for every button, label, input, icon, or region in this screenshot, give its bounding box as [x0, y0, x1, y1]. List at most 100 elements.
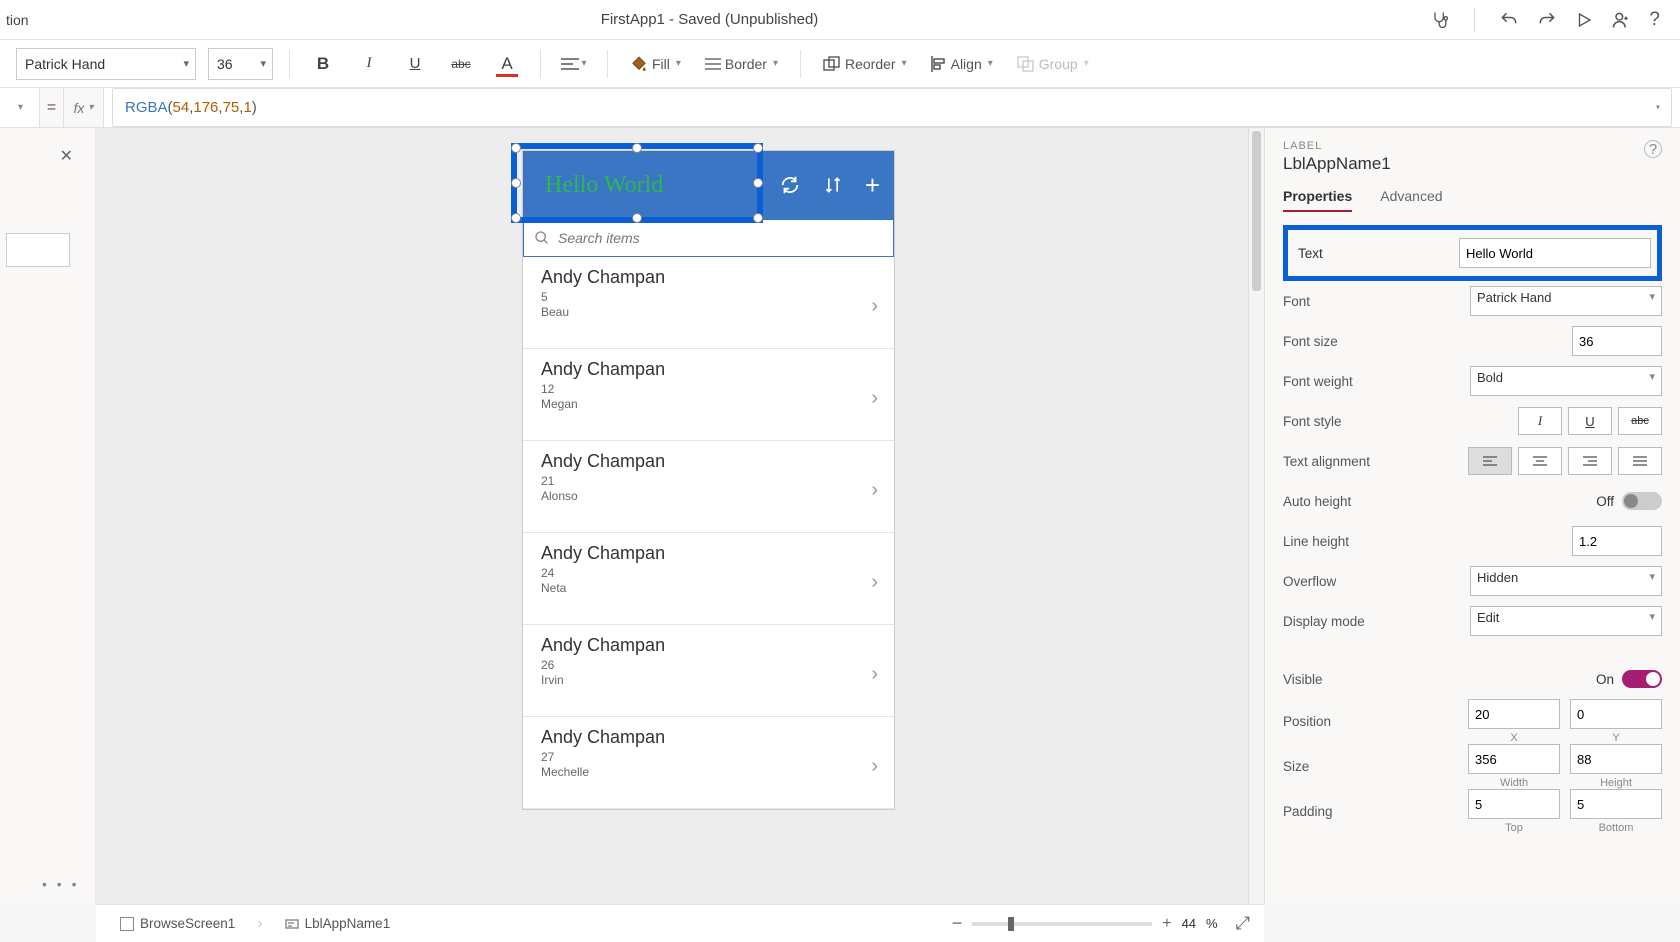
item-tertiary: Megan: [541, 397, 876, 411]
item-tertiary: Mechelle: [541, 765, 876, 779]
separator: [540, 50, 541, 78]
refresh-icon[interactable]: [779, 174, 801, 196]
bold-button[interactable]: B: [306, 48, 340, 80]
undo-icon[interactable]: [1499, 10, 1519, 30]
selection-overlay[interactable]: [511, 143, 763, 223]
zoom-percent: %: [1206, 916, 1218, 931]
item-subtitle: 12: [541, 382, 876, 396]
breadcrumb-screen[interactable]: BrowseScreen1: [110, 912, 245, 935]
help-icon[interactable]: ?: [1649, 9, 1660, 31]
play-icon[interactable]: [1575, 11, 1593, 29]
reorder-button[interactable]: Reorder▾: [817, 56, 913, 72]
help-icon[interactable]: ?: [1644, 140, 1662, 158]
list-item[interactable]: Andy Champan 5 Beau ›: [523, 257, 894, 349]
redo-icon[interactable]: [1537, 10, 1557, 30]
chevron-right-icon[interactable]: ›: [871, 571, 878, 594]
position-label: Position: [1283, 714, 1331, 729]
padding-top-input[interactable]: [1468, 789, 1560, 819]
separator: [289, 50, 290, 78]
chevron-right-icon[interactable]: ›: [871, 479, 878, 502]
property-tabs: Properties Advanced: [1283, 188, 1662, 213]
tab-advanced[interactable]: Advanced: [1380, 188, 1442, 212]
formula-input[interactable]: RGBA(54, 176, 75, 1): [112, 88, 1672, 127]
group-button[interactable]: Group▾: [1011, 56, 1095, 72]
textalign-label: Text alignment: [1283, 454, 1370, 469]
align-left-button[interactable]: [1468, 447, 1512, 475]
align-justify-button[interactable]: [1618, 447, 1662, 475]
left-input-box[interactable]: [6, 233, 70, 267]
fontsize-input[interactable]: [1572, 326, 1662, 356]
zoom-slider[interactable]: [972, 922, 1152, 926]
close-icon[interactable]: ✕: [60, 146, 73, 166]
header-icons: +: [779, 170, 880, 201]
group-icon: [1017, 56, 1035, 72]
separator: [607, 50, 608, 78]
list-item[interactable]: Andy Champan 24 Neta ›: [523, 533, 894, 625]
list-item[interactable]: Andy Champan 12 Megan ›: [523, 349, 894, 441]
chevron-right-icon[interactable]: ›: [871, 387, 878, 410]
italic-toggle[interactable]: I: [1518, 407, 1562, 435]
border-icon: [705, 58, 721, 70]
align-right-button[interactable]: [1568, 447, 1612, 475]
font-size-select[interactable]: 36: [208, 48, 273, 80]
item-title: Andy Champan: [541, 267, 876, 288]
font-select[interactable]: Patrick Hand: [1470, 286, 1662, 316]
position-x-input[interactable]: [1468, 699, 1560, 729]
text-input[interactable]: [1459, 238, 1651, 268]
visible-toggle[interactable]: On: [1596, 670, 1662, 688]
fontstyle-group: I U abc: [1518, 407, 1662, 435]
list-item[interactable]: Andy Champan 26 Irvin ›: [523, 625, 894, 717]
fullscreen-icon[interactable]: ⤢: [1236, 913, 1250, 934]
fill-button[interactable]: Fill▾: [624, 55, 687, 73]
displaymode-select[interactable]: Edit: [1470, 606, 1662, 636]
fx-button[interactable]: fx▾: [64, 88, 104, 127]
properties-panel: LABEL LblAppName1 ? Properties Advanced …: [1264, 128, 1680, 904]
border-button[interactable]: Border▾: [699, 56, 784, 72]
breadcrumb-separator: ›: [257, 915, 262, 933]
item-tertiary: Alonso: [541, 489, 876, 503]
underline-button[interactable]: U: [398, 48, 432, 80]
sort-icon[interactable]: [823, 174, 843, 196]
size-height-input[interactable]: [1570, 744, 1662, 774]
chevron-right-icon[interactable]: ›: [871, 755, 878, 778]
position-y-input[interactable]: [1570, 699, 1662, 729]
padding-bottom-input[interactable]: [1570, 789, 1662, 819]
breadcrumb-control[interactable]: LblAppName1: [275, 912, 401, 935]
zoom-in-button[interactable]: +: [1162, 915, 1171, 933]
underline-toggle[interactable]: U: [1568, 407, 1612, 435]
canvas[interactable]: Hello World + Andy Champan 5 Beau ›Andy …: [96, 128, 1264, 904]
stethoscope-icon[interactable]: [1430, 10, 1450, 30]
lineheight-input[interactable]: [1572, 526, 1662, 556]
align-button[interactable]: Align▾: [925, 56, 999, 72]
list-item[interactable]: Andy Champan 21 Alonso ›: [523, 441, 894, 533]
chevron-right-icon[interactable]: ›: [871, 663, 878, 686]
user-icon[interactable]: [1611, 10, 1631, 30]
italic-button[interactable]: I: [352, 48, 386, 80]
strikethrough-button[interactable]: abc: [444, 48, 478, 80]
list-item[interactable]: Andy Champan 27 Mechelle ›: [523, 717, 894, 809]
chevron-right-icon[interactable]: ›: [871, 295, 878, 318]
fontsize-label: Font size: [1283, 334, 1338, 349]
scrollbar[interactable]: [1248, 128, 1264, 904]
screen-icon: [120, 917, 134, 931]
item-tertiary: Beau: [541, 305, 876, 319]
align-icon: [931, 56, 947, 72]
title-bar: tion FirstApp1 - Saved (Unpublished) ?: [0, 0, 1680, 40]
more-icon[interactable]: • • •: [42, 876, 79, 892]
align-dropdown-icon[interactable]: ▾: [557, 48, 591, 80]
fontweight-select[interactable]: Bold: [1470, 366, 1662, 396]
overflow-select[interactable]: Hidden: [1470, 566, 1662, 596]
strike-toggle[interactable]: abc: [1618, 407, 1662, 435]
autoheight-toggle[interactable]: Off: [1596, 492, 1662, 510]
search-input[interactable]: [558, 230, 883, 246]
font-family-select[interactable]: Patrick Hand: [16, 48, 196, 80]
align-center-button[interactable]: [1518, 447, 1562, 475]
title-left-text: tion: [0, 12, 29, 28]
item-title: Andy Champan: [541, 543, 876, 564]
tab-properties[interactable]: Properties: [1283, 188, 1352, 212]
size-width-input[interactable]: [1468, 744, 1560, 774]
add-icon[interactable]: +: [865, 170, 880, 201]
zoom-out-button[interactable]: −: [952, 913, 963, 934]
property-dropdown[interactable]: ▾: [0, 88, 40, 127]
font-color-button[interactable]: A: [490, 48, 524, 80]
